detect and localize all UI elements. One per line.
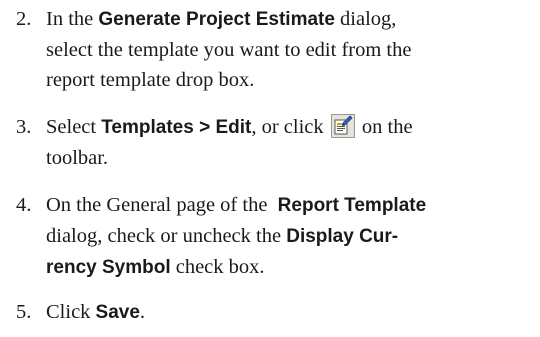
step-line: toolbar. xyxy=(46,143,536,173)
text-run: toolbar. xyxy=(46,147,109,169)
step-text: Click Save. xyxy=(46,297,536,328)
edit-template-icon[interactable] xyxy=(330,114,355,138)
step-line: On the General page of the Report Templa… xyxy=(46,190,536,221)
step-line: Select Templates > Edit, or click on the xyxy=(46,112,536,143)
text-run: check box. xyxy=(170,256,265,278)
step-line: rency Symbol check box. xyxy=(46,252,536,283)
step-line: select the template you want to edit fro… xyxy=(46,35,536,65)
bold-ui-term: Report Template xyxy=(277,195,427,216)
bold-ui-term: Save xyxy=(95,302,140,323)
text-run: Click xyxy=(46,301,96,323)
step-text: Select Templates > Edit, or click on the… xyxy=(46,112,536,173)
step-line: report template drop box. xyxy=(46,65,536,95)
step-line: Click Save. xyxy=(46,297,536,328)
text-run: report template drop box. xyxy=(46,69,255,91)
text-run: dialog, xyxy=(334,8,397,30)
text-run: select the template you want to edit fro… xyxy=(46,39,412,61)
bold-ui-term: Templates > Edit xyxy=(101,117,252,138)
step-line: In the Generate Project Estimate dialog, xyxy=(46,4,536,35)
step-number: 4. xyxy=(16,194,32,216)
step-text: On the General page of the Report Templa… xyxy=(46,190,536,283)
text-run: Select xyxy=(46,116,102,138)
step-number: 3. xyxy=(16,116,32,138)
step-number: 5. xyxy=(16,301,32,323)
text-run: In the xyxy=(46,8,99,30)
bold-ui-term: Generate Project Estimate xyxy=(98,9,335,30)
text-run: On the General page of the xyxy=(46,194,278,216)
bold-ui-term: rency Symbol xyxy=(46,257,171,278)
step-line: dialog, check or uncheck the Display Cur… xyxy=(46,221,536,252)
step-text: In the Generate Project Estimate dialog,… xyxy=(46,4,536,95)
text-run: dialog, check or uncheck the xyxy=(46,225,287,247)
bold-ui-term: Display Cur- xyxy=(286,226,399,247)
text-run: on the xyxy=(356,116,413,138)
text-run: , or click xyxy=(251,116,329,138)
text-run: . xyxy=(139,301,146,323)
step-number: 2. xyxy=(16,8,32,30)
